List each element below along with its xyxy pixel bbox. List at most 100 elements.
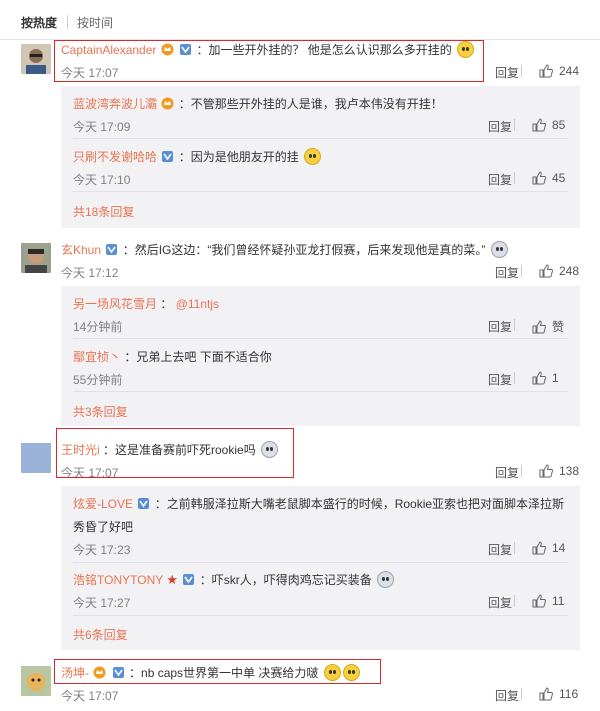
thumbs-up-icon xyxy=(539,464,553,478)
like-count: 1 xyxy=(552,371,559,385)
more-replies-link[interactable]: 共18条回复 xyxy=(73,203,134,220)
thumbs-up-icon xyxy=(532,371,546,385)
divider xyxy=(73,338,568,339)
divider xyxy=(521,65,522,77)
reply-time: 14分钟前 xyxy=(73,320,123,334)
emoji-icon xyxy=(490,241,508,258)
mention-link[interactable]: @11ntjs xyxy=(176,297,219,311)
reply-text: ：因为是他朋友开的挂 xyxy=(178,150,299,164)
reply-text: ：不管那些开外挂的人是谁，我卢本伟没有开挂！ xyxy=(178,97,443,111)
avatar[interactable] xyxy=(21,243,51,273)
like-button[interactable]: 244 xyxy=(521,64,580,78)
like-button[interactable]: 1 xyxy=(514,371,559,385)
like-button[interactable]: 赞 xyxy=(514,318,565,335)
sort-by-time-tab[interactable]: 按时间 xyxy=(77,14,113,31)
divider xyxy=(521,265,522,277)
divider xyxy=(514,595,515,607)
like-button[interactable]: 116 xyxy=(521,687,579,701)
sort-divider xyxy=(67,15,68,29)
reply-username[interactable]: 浩铭TONYTONY xyxy=(73,573,163,587)
reply-text: ： xyxy=(160,297,173,311)
divider xyxy=(73,391,568,392)
like-button[interactable]: 14 xyxy=(514,541,566,555)
reply-button[interactable]: 回复 xyxy=(488,371,512,388)
thumbs-up-icon xyxy=(532,118,546,132)
comment-time: 今天 17:12 xyxy=(61,266,119,280)
thumbs-up-icon xyxy=(532,319,546,333)
reply-button[interactable]: 回复 xyxy=(495,687,519,704)
reply-text-continued: 秀昏了好吧 xyxy=(73,520,134,534)
more-replies-link[interactable]: 共6条回复 xyxy=(73,626,128,643)
divider xyxy=(514,119,515,131)
star-icon: ★ xyxy=(166,572,179,587)
like-button[interactable]: 248 xyxy=(521,264,580,278)
member-badge-icon[interactable] xyxy=(105,243,118,256)
divider xyxy=(514,372,515,384)
divider xyxy=(514,319,515,331)
reply-time: 今天 17:23 xyxy=(73,543,131,557)
member-badge-icon[interactable] xyxy=(182,573,195,586)
divider xyxy=(514,172,515,184)
avatar[interactable] xyxy=(21,443,51,473)
thumbs-up-icon xyxy=(539,687,553,701)
like-count: 赞 xyxy=(552,320,565,334)
reply-time: 今天 17:10 xyxy=(73,173,131,187)
reply-button[interactable]: 回复 xyxy=(488,118,512,135)
like-button[interactable]: 45 xyxy=(514,171,566,185)
reply-list: 蓝波湾奔波儿灞 ：不管那些开外挂的人是谁，我卢本伟没有开挂！ 今天 17:09 … xyxy=(61,86,580,228)
reply-username[interactable]: 鄢宜桢丶 xyxy=(73,350,121,364)
like-count: 11 xyxy=(552,594,565,608)
member-badge-icon[interactable] xyxy=(137,497,150,510)
thumbs-up-icon xyxy=(532,594,546,608)
divider xyxy=(521,465,522,477)
like-count: 14 xyxy=(552,541,566,555)
thumbs-up-icon xyxy=(539,64,553,78)
reply-button[interactable]: 回复 xyxy=(488,318,512,335)
like-button[interactable]: 11 xyxy=(514,594,565,608)
reply-time: 55分钟前 xyxy=(73,373,123,387)
reply-list: 炫爱-LOVE ：之前韩服泽拉斯大嘴老鼠脚本盛行的时候，Rookie亚索也把对面… xyxy=(61,486,580,650)
member-badge-icon[interactable] xyxy=(161,150,174,163)
like-count: 244 xyxy=(559,64,580,78)
like-count: 116 xyxy=(559,687,579,701)
reply-time: 今天 17:09 xyxy=(73,120,131,134)
reply-button[interactable]: 回复 xyxy=(488,594,512,611)
avatar[interactable] xyxy=(21,44,51,74)
username[interactable]: 玄Khun xyxy=(61,243,101,257)
reply-username[interactable]: 另一场风花雪月 xyxy=(73,297,157,311)
like-button[interactable]: 138 xyxy=(521,464,580,478)
reply-list: 另一场风花雪月 ： @11ntjs 14分钟前 回复 赞 鄢宜桢丶 ：兄弟上去吧… xyxy=(61,286,580,426)
thumbs-up-icon xyxy=(532,541,546,555)
emoji-icon xyxy=(304,148,322,165)
highlight-box xyxy=(54,659,381,684)
emoji-icon xyxy=(377,571,395,588)
reply-button[interactable]: 回复 xyxy=(495,64,519,81)
divider xyxy=(73,191,568,192)
divider xyxy=(73,138,568,139)
vip-crown-icon[interactable] xyxy=(161,97,174,110)
sort-by-hot-tab[interactable]: 按热度 xyxy=(21,14,57,31)
like-count: 138 xyxy=(559,464,580,478)
avatar[interactable] xyxy=(21,666,51,696)
like-count: 248 xyxy=(559,264,580,278)
highlight-box xyxy=(56,428,294,478)
like-count: 45 xyxy=(552,171,566,185)
divider xyxy=(514,542,515,554)
like-button[interactable]: 85 xyxy=(514,118,566,132)
reply-button[interactable]: 回复 xyxy=(495,264,519,281)
reply-button[interactable]: 回复 xyxy=(495,464,519,481)
divider xyxy=(73,615,568,616)
like-count: 85 xyxy=(552,118,566,132)
divider xyxy=(73,562,568,563)
reply-username[interactable]: 炫爱-LOVE xyxy=(73,497,133,511)
more-replies-link[interactable]: 共3条回复 xyxy=(73,403,128,420)
reply-text: ：吓skr人，吓得肉鸡忘记买装备 xyxy=(199,573,372,587)
highlight-box xyxy=(54,40,484,82)
reply-text: ：兄弟上去吧 下面不适合你 xyxy=(124,350,272,364)
sort-bar: 按热度 按时间 xyxy=(0,0,600,40)
comment-text: ：然后IG这边：“我们曾经怀疑孙亚龙打假赛，后来发现他是真的菜。” xyxy=(122,243,486,257)
reply-username[interactable]: 只刷不发谢哈哈 xyxy=(73,150,157,164)
reply-button[interactable]: 回复 xyxy=(488,171,512,188)
reply-username[interactable]: 蓝波湾奔波儿灞 xyxy=(73,97,157,111)
reply-button[interactable]: 回复 xyxy=(488,541,512,558)
